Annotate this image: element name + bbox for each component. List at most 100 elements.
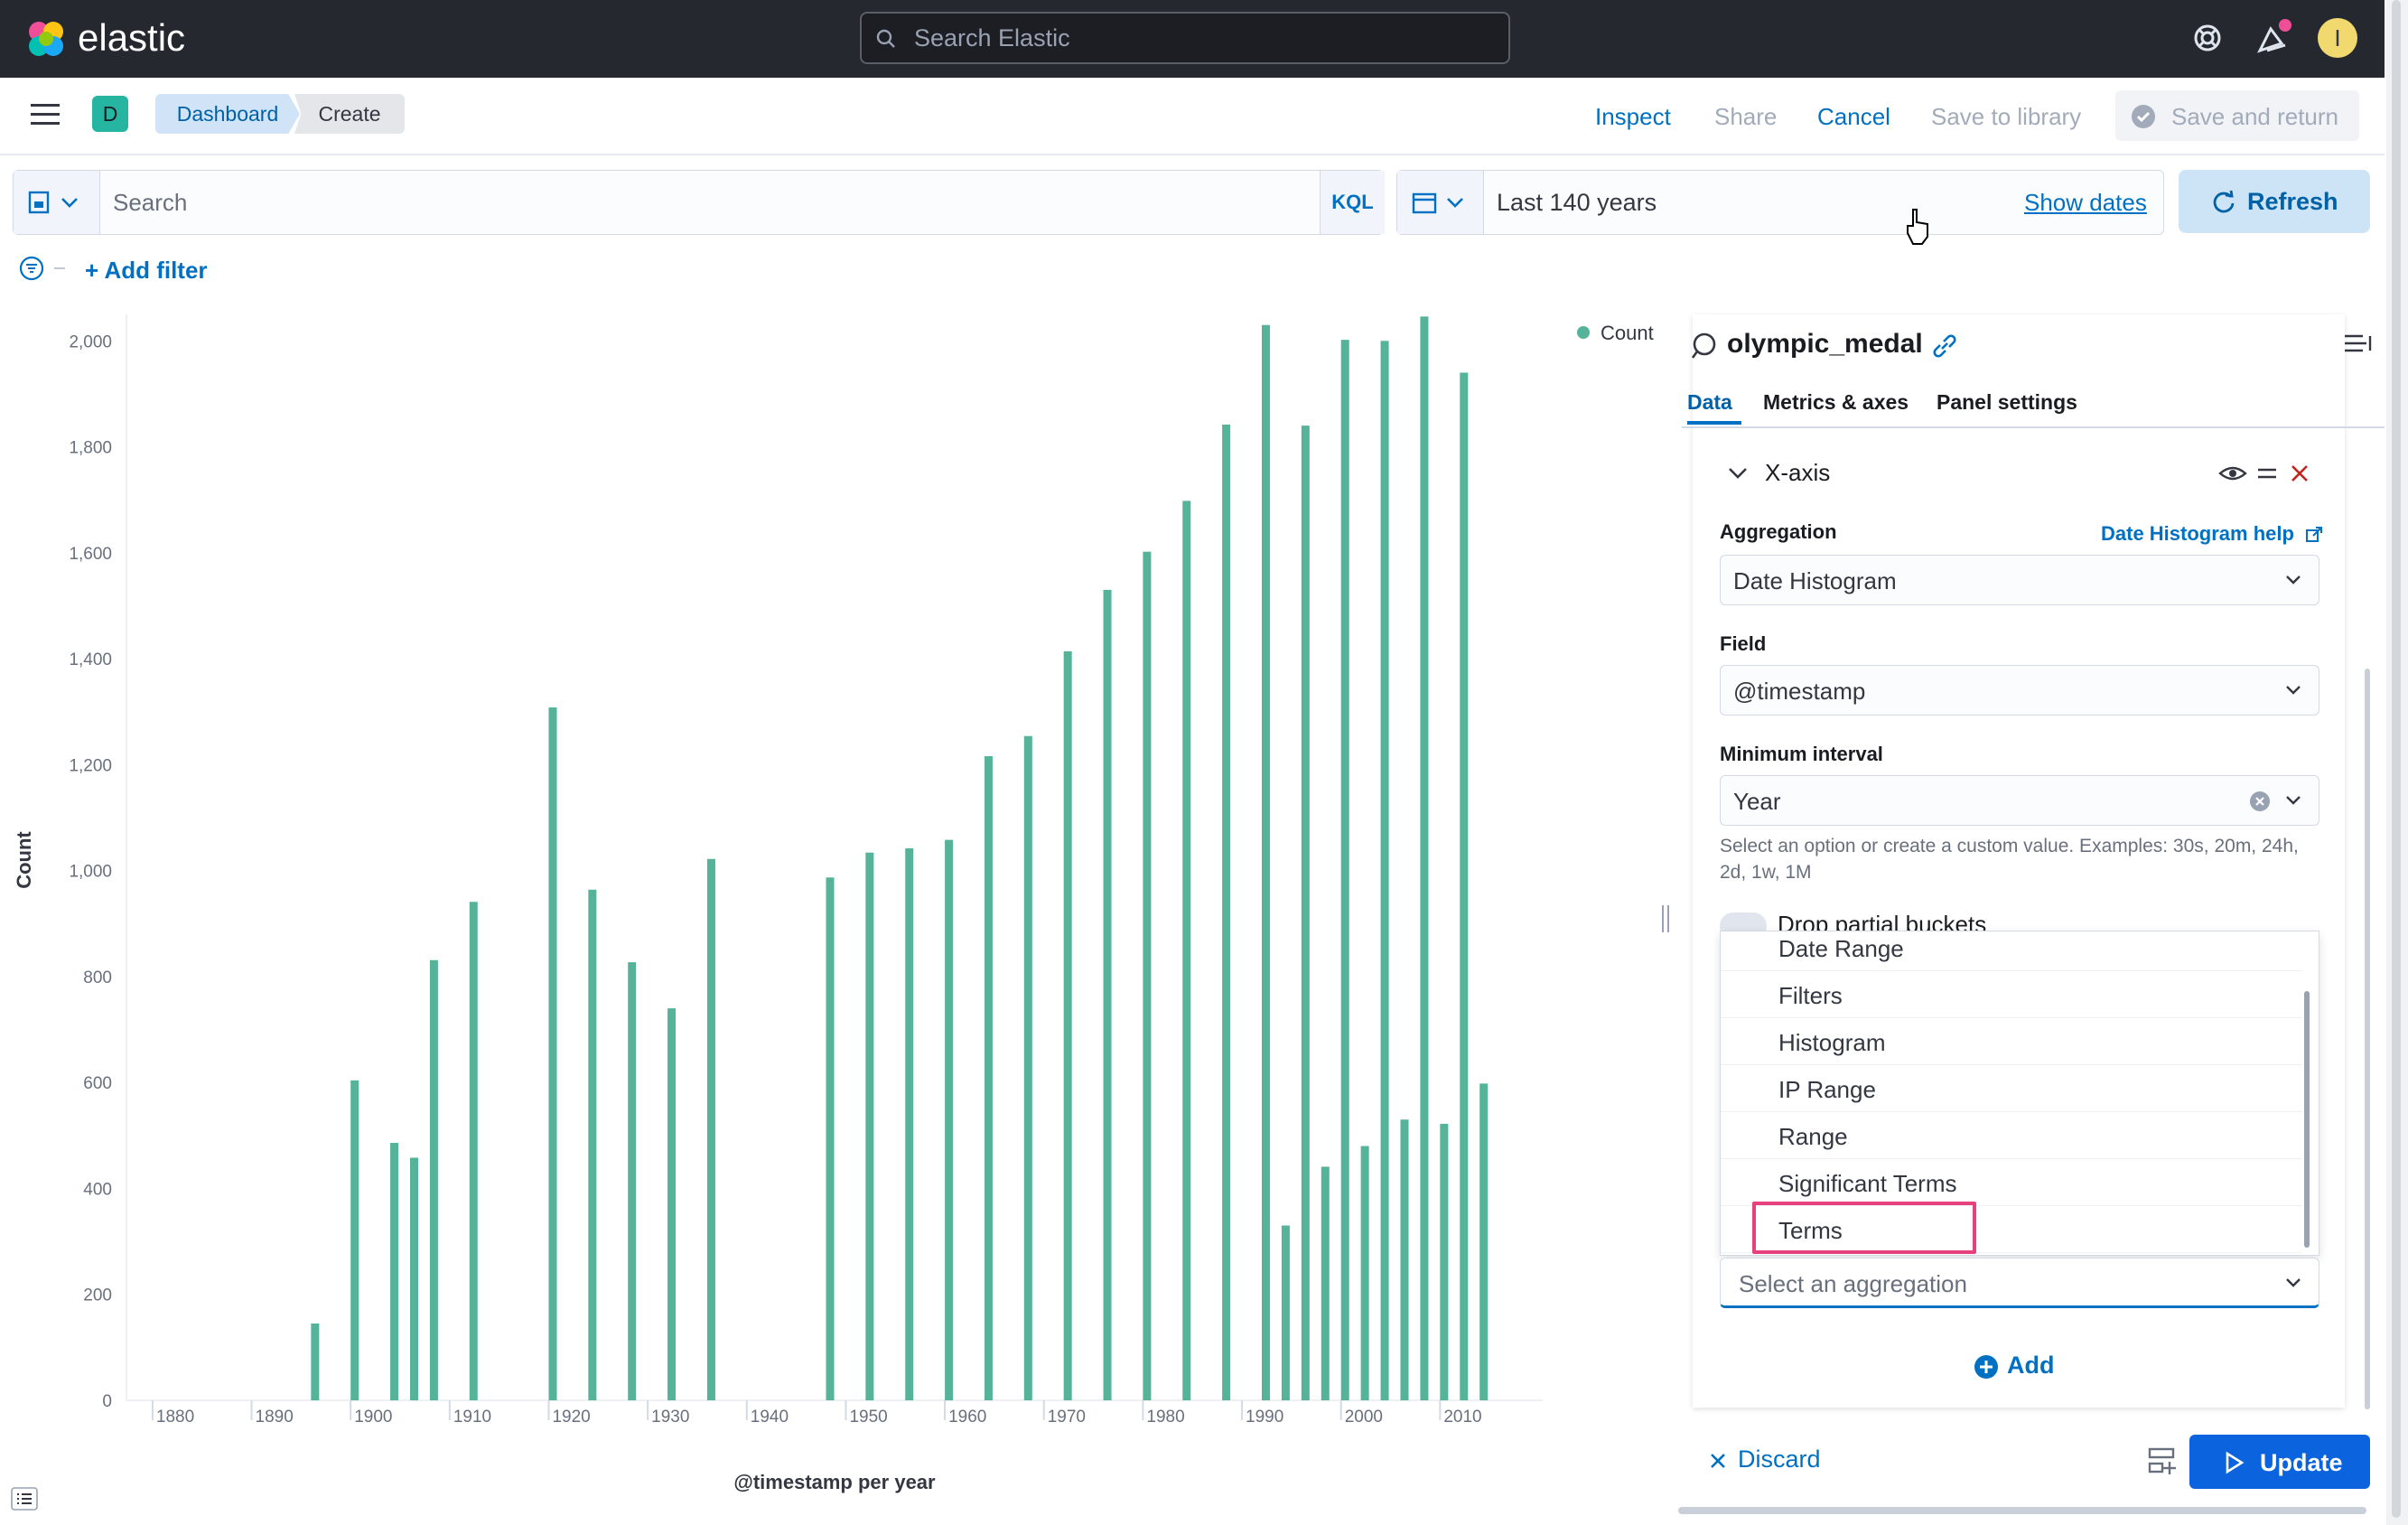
save-to-library-link[interactable]: Save to library (1931, 103, 2081, 131)
x-tick-label: 1910 (453, 1408, 491, 1427)
dropdown-option-range[interactable]: Range (1721, 1112, 2302, 1159)
aggregation-select[interactable]: Date Histogram (1720, 555, 2319, 605)
bar (905, 848, 914, 1400)
bar (1460, 372, 1469, 1400)
add-label: Add (2007, 1352, 2055, 1379)
y-tick-label: 1,200 (69, 756, 112, 775)
x-axis-section-title[interactable]: X-axis (1765, 459, 1830, 487)
horizontal-scrollbar[interactable] (1678, 1507, 2366, 1514)
filter-options-icon[interactable] (18, 255, 67, 282)
legend-swatch (1577, 326, 1590, 339)
add-filter-button[interactable]: + Add filter (85, 257, 208, 285)
newsfeed-icon[interactable] (2254, 18, 2294, 56)
user-avatar[interactable]: I (2318, 18, 2357, 58)
update-label: Update (2260, 1449, 2343, 1476)
terms-highlight-box (1752, 1202, 1976, 1254)
help-icon[interactable] (2191, 22, 2224, 54)
bar (1103, 589, 1112, 1400)
bar (628, 962, 637, 1400)
window-scrollbar-thumb[interactable] (2392, 0, 2401, 1518)
bar (1301, 426, 1310, 1400)
index-pattern-icon (1691, 332, 1716, 359)
dropdown-option-filters[interactable]: Filters (1721, 971, 2302, 1018)
chevron-down-icon (2286, 1278, 2301, 1287)
show-dates-link[interactable]: Show dates (2024, 189, 2147, 217)
x-axis-title: @timestamp per year (733, 1471, 936, 1493)
query-search-placeholder[interactable]: Search (113, 189, 187, 217)
bar (1023, 735, 1032, 1400)
quick-date-menu-button[interactable] (1397, 171, 1484, 234)
minimum-interval-select[interactable]: Year (1720, 775, 2319, 826)
tab-data[interactable]: Data (1687, 390, 1732, 415)
global-search-input[interactable]: Search Elastic (860, 12, 1510, 64)
save-and-return-button[interactable]: Save and return (2115, 90, 2359, 141)
field-value: @timestamp (1733, 678, 1866, 705)
menu-icon[interactable] (31, 101, 61, 128)
global-search-placeholder: Search Elastic (914, 24, 1070, 51)
x-tick-label: 1970 (1048, 1408, 1086, 1427)
external-link-icon (2306, 527, 2323, 543)
minimum-interval-value: Year (1733, 788, 1781, 815)
calendar-icon (1412, 192, 1463, 214)
y-tick-label: 0 (102, 1392, 112, 1411)
panel-scrollbar[interactable] (2365, 669, 2370, 1409)
dropdown-option-histogram[interactable]: Histogram (1721, 1018, 2302, 1065)
elastic-logo-icon[interactable] (25, 18, 67, 60)
y-tick-label: 200 (83, 1286, 112, 1305)
bar-chart[interactable]: 0 200 400 600 800 1,000 1,200 1,400 1,600 1,800 2,… (0, 314, 1662, 1507)
x-tick-label: 1950 (849, 1408, 887, 1427)
bar (1143, 551, 1152, 1400)
tab-panel-settings[interactable]: Panel settings (1937, 390, 2077, 415)
bar (1360, 1146, 1369, 1400)
bar (706, 858, 715, 1400)
share-link[interactable]: Share (1714, 103, 1777, 131)
chevron-down-icon[interactable] (1725, 461, 1750, 486)
tab-data-indicator (1687, 421, 1741, 425)
inspect-link[interactable]: Inspect (1595, 103, 1671, 131)
check-circle-icon (2132, 105, 2155, 128)
time-range-value[interactable]: Last 140 years (1497, 189, 1657, 217)
index-pattern-title: olympic_medal (1727, 329, 1923, 359)
space-avatar[interactable]: D (92, 96, 128, 132)
select-aggregation-input[interactable]: Select an aggregation (1720, 1258, 2319, 1308)
bar (865, 852, 874, 1400)
chevron-down-icon (2286, 796, 2301, 805)
legend-label: Count (1601, 322, 1654, 344)
add-button[interactable]: Add (1973, 1352, 2054, 1380)
update-button[interactable]: Update (2189, 1435, 2370, 1489)
x-tick-label: 1960 (948, 1408, 986, 1427)
collapse-panel-icon[interactable] (2343, 331, 2374, 358)
kql-language-button[interactable]: KQL (1320, 171, 1385, 234)
cancel-link[interactable]: Cancel (1817, 103, 1890, 131)
auto-apply-icon[interactable] (2146, 1445, 2179, 1476)
bar (548, 707, 557, 1400)
saved-query-button[interactable] (14, 171, 100, 234)
dropdown-option-significant-terms[interactable]: Significant Terms (1721, 1159, 2302, 1206)
breadcrumb-dashboard[interactable]: Dashboard (155, 94, 300, 134)
dropdown-scrollbar[interactable] (2304, 991, 2310, 1248)
bar (826, 877, 835, 1400)
field-select[interactable]: @timestamp (1720, 665, 2319, 716)
query-bar: Search KQL (13, 170, 1385, 235)
dropdown-option-date-range[interactable]: Date Range (1721, 931, 2302, 971)
chevron-down-icon (2286, 686, 2301, 695)
date-histogram-help-text: Date Histogram help (2101, 522, 2294, 545)
refresh-button[interactable]: Refresh (2179, 170, 2370, 233)
tab-metrics-axes[interactable]: Metrics & axes (1763, 390, 1909, 415)
dropdown-option-ip-range[interactable]: IP Range (1721, 1065, 2302, 1112)
clear-icon[interactable] (2248, 790, 2272, 813)
date-histogram-help-link[interactable]: Date Histogram help (2101, 522, 2323, 546)
tabs-divider (1682, 426, 2385, 428)
bar (1281, 1225, 1290, 1400)
bar (311, 1323, 320, 1400)
list-icon[interactable] (11, 1487, 38, 1511)
panel-resize-handle[interactable] (1662, 905, 1669, 932)
saved-query-icon (28, 191, 78, 214)
refresh-icon (2213, 190, 2235, 213)
x-tick-label: 1940 (751, 1408, 789, 1427)
bar (390, 1143, 399, 1400)
discard-button[interactable]: Discard (1709, 1445, 1821, 1474)
bar (945, 839, 954, 1400)
play-icon (2226, 1451, 2245, 1474)
link-icon[interactable] (1929, 331, 1960, 361)
